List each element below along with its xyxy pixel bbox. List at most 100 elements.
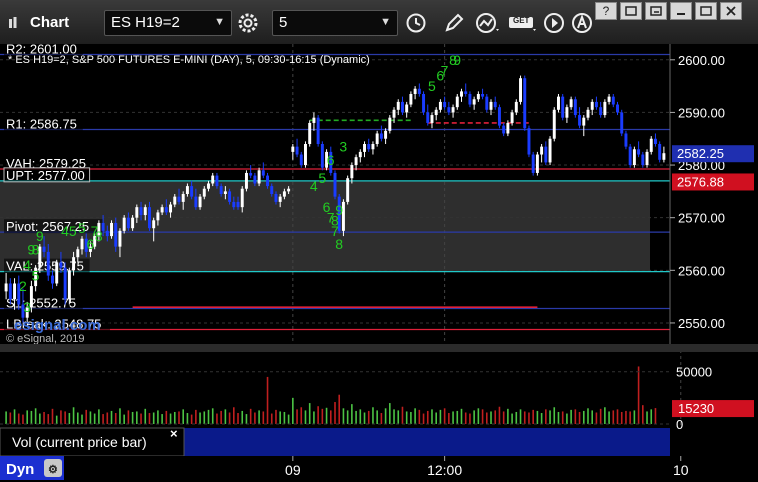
interval-input[interactable]: 5 ▼ [272, 10, 398, 36]
candle-body [181, 194, 185, 202]
candle-body [561, 96, 565, 118]
candle-body [143, 207, 147, 216]
candle-body [405, 104, 409, 113]
chevron-down-icon[interactable]: ▼ [380, 16, 391, 28]
candle-body [557, 96, 560, 110]
candle-body [388, 117, 392, 131]
candle-body [219, 186, 223, 194]
sequential-count: 5 [318, 170, 326, 186]
candle-body [481, 94, 485, 97]
candle-body [540, 146, 544, 155]
symbol-value: ES H19=2 [111, 14, 180, 31]
chevron-down-icon[interactable]: ▼ [214, 16, 225, 28]
upt-price-flag: 2576.88 [677, 174, 724, 189]
candle-body [135, 207, 139, 218]
window-title: Chart [30, 14, 70, 31]
candle-body [346, 178, 350, 202]
candle-body [304, 144, 307, 166]
candle-body [620, 112, 624, 134]
alerts-button[interactable] [568, 10, 596, 36]
time-tick-label: 10 [673, 462, 689, 478]
candle-body [122, 217, 126, 231]
candle-body [527, 128, 531, 155]
candle-body [375, 133, 379, 144]
candle-body [4, 283, 8, 292]
candle-body [126, 217, 130, 229]
candle-body [519, 78, 523, 102]
candle-body [400, 101, 404, 113]
candle-body [506, 122, 510, 134]
candle-body [379, 133, 383, 139]
candle-body [565, 107, 569, 118]
candle-body [244, 172, 248, 189]
candle-body [295, 146, 299, 155]
candle-body [215, 175, 219, 187]
candle-body [51, 275, 54, 284]
candle-body [607, 96, 611, 102]
candle-body [169, 204, 173, 213]
sequential-count: 7 [441, 62, 449, 78]
candle-body [160, 207, 164, 213]
price-tick-label: 2550.00 [678, 316, 725, 331]
close-button[interactable] [720, 2, 742, 20]
copyright-text: © eSignal, 2019 [6, 333, 84, 345]
candle-body [177, 196, 181, 202]
link-window-button[interactable] [620, 2, 642, 20]
candle-body [497, 107, 501, 126]
candle-body [611, 96, 615, 105]
play-button[interactable] [540, 10, 568, 36]
play-circle-icon [544, 13, 564, 33]
candle-body [434, 109, 438, 116]
volume-panel-label: Vol (current price bar) [12, 434, 147, 450]
price-tick-label: 2560.00 [678, 263, 725, 278]
draw-tool-button[interactable] [440, 10, 468, 36]
sub-window-button[interactable] [645, 2, 667, 20]
candle-body [139, 207, 143, 216]
candle-body [80, 238, 84, 250]
candle-body [13, 283, 17, 300]
interval-clock-button[interactable] [402, 10, 430, 36]
candle-body [510, 112, 514, 123]
candle-body [569, 99, 573, 108]
candle-body [548, 138, 552, 163]
symbol-settings-button[interactable] [234, 10, 262, 36]
candle-body [46, 251, 50, 276]
time-tick-label: 09 [285, 462, 301, 478]
help-button[interactable]: ? [595, 2, 617, 20]
candle-body [443, 101, 447, 108]
sequential-count: 9 [335, 202, 343, 218]
maximize-button[interactable] [695, 2, 717, 20]
candle-body [590, 101, 594, 110]
minimize-button[interactable] [670, 2, 692, 20]
candle-body [270, 186, 274, 194]
level-label-upt: UPT: 2577.00 [6, 168, 85, 183]
candle-body [417, 88, 421, 94]
candle-body [118, 230, 122, 247]
candle-body [278, 196, 282, 202]
candle-body [223, 191, 227, 194]
candle-body [658, 144, 662, 160]
symbol-input[interactable]: ES H19=2 ▼ [104, 10, 232, 36]
candle-body [308, 122, 312, 144]
candle-body [253, 175, 257, 184]
candle-body [649, 138, 653, 152]
get-label: GET [513, 16, 530, 25]
chart-canvas[interactable]: R2: 2601.00R1: 2586.75VAH: 2579.25UPT: 2… [0, 44, 758, 482]
chart-app-icon [9, 17, 17, 28]
candle-body [105, 230, 109, 237]
time-axis[interactable] [0, 456, 670, 482]
candle-body [299, 154, 303, 166]
candle-body [257, 170, 261, 184]
gear-icon [238, 13, 258, 33]
volume-close-icon[interactable]: × [170, 426, 178, 441]
candle-body [616, 104, 619, 113]
candle-body [426, 112, 430, 123]
candle-body [641, 154, 645, 166]
panel-separator[interactable] [0, 344, 758, 352]
get-data-button[interactable]: GET [508, 10, 538, 36]
price-axis[interactable] [670, 44, 754, 344]
candle-body [131, 217, 135, 229]
studies-button[interactable] [474, 10, 502, 36]
candle-body [455, 96, 459, 108]
candle-body [358, 151, 362, 158]
